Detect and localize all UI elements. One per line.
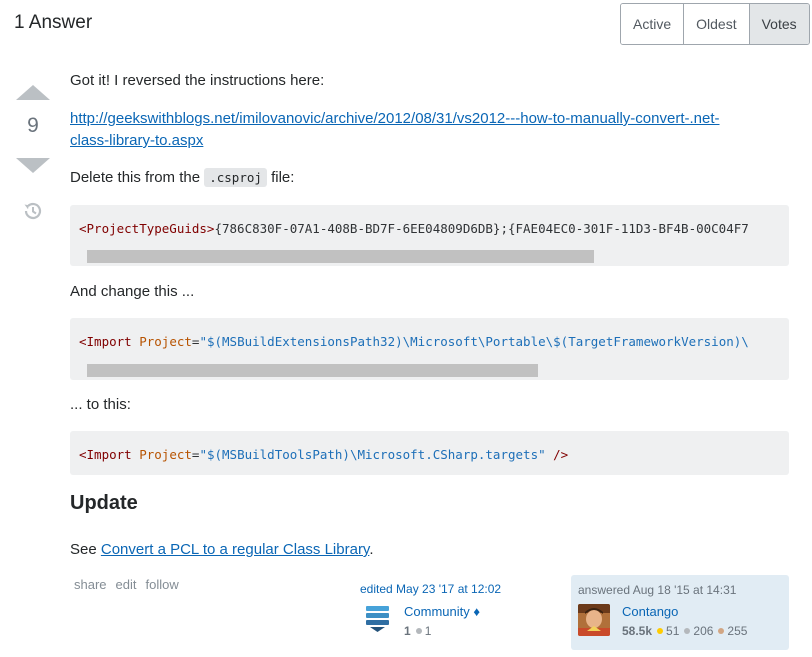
convert-pcl-link[interactable]: Convert a PCL to a regular Class Library (101, 541, 369, 558)
answered-timestamp[interactable]: answered Aug 18 '15 at 14:31 (578, 583, 736, 597)
reference-link-line1[interactable]: http://geekswithblogs.net/imilovanovic/a… (70, 110, 720, 127)
code-line: <ProjectTypeGuids>{786C830F-07A1-408B-BD… (79, 218, 749, 240)
code-value: "$(MSBuildToolsPath)\Microsoft.CSharp.ta… (199, 447, 546, 462)
reference-link[interactable]: http://geekswithblogs.net/imilovanovic/a… (70, 108, 720, 130)
see-line: See Convert a PCL to a regular Class Lib… (70, 539, 374, 561)
answers-header-title: 1 Answer (14, 12, 93, 33)
user-avatar[interactable] (578, 604, 610, 636)
edited-timestamp-link[interactable]: edited May 23 '17 at 12:02 (360, 582, 501, 596)
post-menu: share edit follow (74, 577, 179, 592)
code-tag: <Import (79, 334, 132, 349)
follow-link[interactable]: follow (146, 577, 179, 592)
user-name-link[interactable]: Contango (622, 604, 678, 619)
answerer-card: answered Aug 18 '15 at 14:31 Contango 58… (571, 575, 789, 650)
code-attr: Project (139, 334, 192, 349)
sort-tabs: Active Oldest Votes (620, 3, 810, 45)
delete-instruction: Delete this from the .csproj file: (70, 167, 294, 189)
gold-badge-icon (657, 628, 664, 635)
code-block-3: <Import Project="$(MSBuildToolsPath)\Mic… (70, 431, 789, 475)
code-close: /> (545, 447, 569, 462)
code-attr: Project (139, 447, 192, 462)
reputation-score: 1 (404, 624, 411, 638)
community-avatar[interactable] (366, 606, 389, 632)
code-text: {786C830F-07A1-408B-BD7F-6EE04809D6DB};{… (214, 221, 749, 236)
tab-active[interactable]: Active (621, 4, 685, 44)
share-link[interactable]: share (74, 577, 107, 592)
vote-count: 9 (27, 114, 39, 137)
delete-prefix: Delete this from the (70, 169, 201, 186)
to-text: ... to this: (70, 396, 131, 413)
gold-badge-count: 51 (666, 624, 680, 638)
change-text: And change this ... (70, 283, 195, 300)
code-tag: <Import (79, 447, 132, 462)
downvote-button[interactable] (16, 158, 50, 173)
badge-count: 1 (424, 624, 432, 638)
moderator-diamond-icon: ♦ (473, 604, 481, 619)
badge-dot-icon (415, 628, 422, 635)
community-name[interactable]: Community (404, 604, 470, 619)
tab-votes[interactable]: Votes (749, 4, 809, 44)
reputation-score: 58.5k (622, 624, 653, 638)
history-icon[interactable] (22, 200, 44, 227)
update-heading: Update (70, 492, 138, 514)
intro-text: Got it! I reversed the instructions here… (70, 72, 325, 89)
bronze-badge-icon (718, 628, 725, 635)
inline-code-csproj: .csproj (204, 168, 267, 187)
delete-suffix: file: (271, 169, 295, 186)
code-line: <Import Project="$(MSBuildExtensionsPath… (79, 331, 749, 353)
user-reputation: 58.5k 51 206 255 (622, 624, 747, 638)
upvote-button[interactable] (16, 85, 50, 100)
code-line: <Import Project="$(MSBuildToolsPath)\Mic… (79, 444, 568, 466)
edit-link[interactable]: edit (116, 577, 137, 592)
horizontal-scrollbar[interactable] (87, 364, 538, 377)
tab-oldest[interactable]: Oldest (684, 4, 750, 44)
code-block-2: <Import Project="$(MSBuildExtensionsPath… (70, 318, 789, 380)
community-reputation: 11 (404, 624, 431, 638)
silver-badge-icon (684, 628, 691, 635)
see-prefix: See (70, 541, 97, 558)
code-block-1: <ProjectTypeGuids>{786C830F-07A1-408B-BD… (70, 205, 789, 266)
silver-badge-count: 206 (693, 624, 714, 638)
bronze-badge-count: 255 (727, 624, 748, 638)
reference-link-line2[interactable]: class-library-to.aspx (70, 132, 203, 149)
community-user-link[interactable]: Community ♦ (404, 604, 480, 619)
horizontal-scrollbar[interactable] (87, 250, 594, 263)
see-suffix: . (369, 541, 374, 558)
reference-link-cont[interactable]: class-library-to.aspx (70, 130, 203, 152)
code-value: "$(MSBuildExtensionsPath32)\Microsoft\Po… (199, 334, 749, 349)
code-tag: <ProjectTypeGuids> (79, 221, 215, 236)
